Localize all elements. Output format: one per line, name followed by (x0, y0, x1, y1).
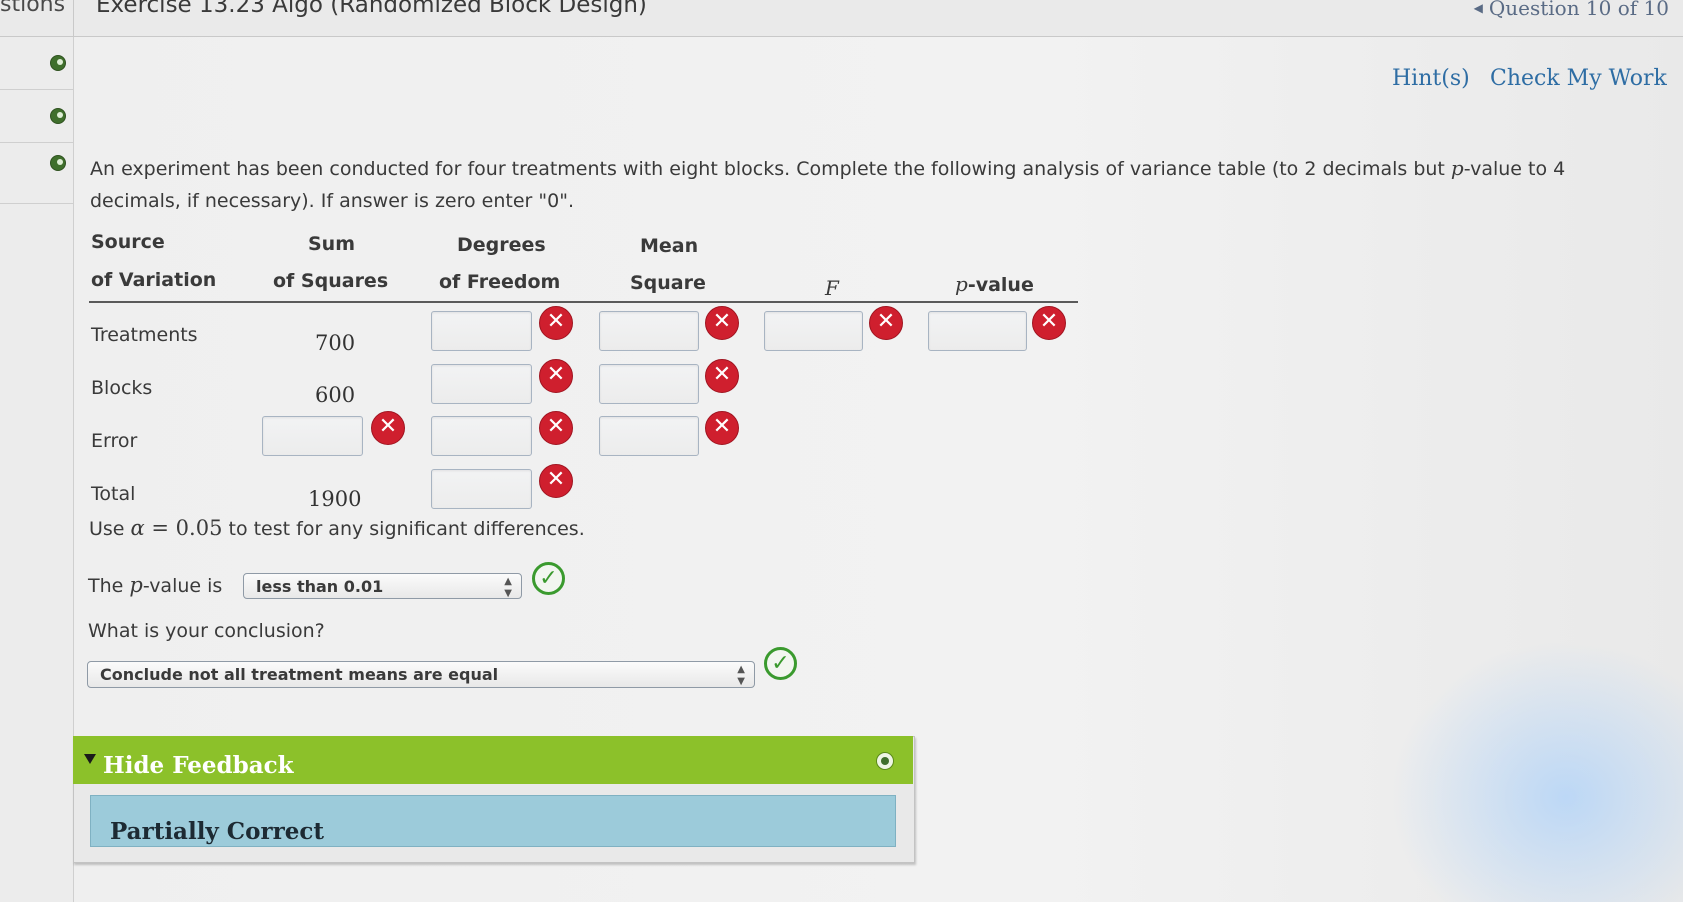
header-divider (73, 0, 74, 36)
check-my-work-link[interactable]: Check My Work (1490, 66, 1667, 91)
header-df-1: Degrees (457, 234, 546, 256)
question-nav-label: Question 10 of 10 (1488, 0, 1669, 20)
alpha-value: = 0.05 (144, 516, 223, 540)
exercise-title: Exercise 13.23 Algo (Randomized Block De… (96, 0, 647, 18)
row-label-error: Error (91, 430, 138, 452)
progress-dot-icon (50, 55, 66, 71)
hide-feedback-toggle[interactable]: Hide Feedback (103, 752, 294, 779)
incorrect-icon: ✕ (539, 359, 573, 393)
ss-blocks-value: 600 (315, 383, 356, 407)
conclusion-select[interactable]: Conclude not all treatment means are equ… (87, 661, 755, 688)
pvalue-suffix: -value is (142, 575, 223, 597)
collapse-triangle-icon[interactable] (84, 754, 96, 764)
pvalue-treatments-input[interactable] (928, 311, 1027, 351)
incorrect-icon: ✕ (705, 359, 739, 393)
header-source-2: of Variation (91, 269, 217, 291)
incorrect-icon: ✕ (539, 411, 573, 445)
incorrect-icon: ✕ (1032, 306, 1066, 340)
df-blocks-input[interactable] (431, 364, 532, 404)
alpha-symbol: α (130, 516, 145, 540)
alpha-suffix: to test for any significant differences. (222, 518, 585, 540)
status-dot-icon (876, 752, 894, 770)
incorrect-icon: ✕ (705, 306, 739, 340)
header-sum-1: Sum (308, 233, 356, 255)
incorrect-icon: ✕ (539, 306, 573, 340)
header-ms-1: Mean (640, 235, 699, 257)
feedback-status-text: Partially Correct (110, 818, 324, 845)
select-arrows-icon: ▲ ▼ (737, 664, 745, 687)
conclusion-question: What is your conclusion? (88, 620, 325, 642)
table-header-rule (89, 301, 1078, 303)
pvalue-selected: less than 0.01 (256, 577, 384, 596)
header-f: F (825, 276, 839, 300)
df-error-input[interactable] (431, 416, 532, 456)
header-df-2: of Freedom (439, 271, 561, 293)
pvalue-select[interactable]: less than 0.01 ▲ ▼ (243, 573, 522, 599)
header-ms-2: Square (630, 272, 706, 294)
pvalue-question: The p-value is (88, 573, 222, 597)
incorrect-icon: ✕ (705, 411, 739, 445)
df-treatments-input[interactable] (431, 311, 532, 351)
row-label-blocks: Blocks (91, 377, 153, 399)
row-label-total: Total (91, 483, 136, 505)
question-prompt: An experiment has been conducted for fou… (90, 152, 1630, 217)
ms-treatments-input[interactable] (599, 311, 699, 351)
ms-blocks-input[interactable] (599, 364, 699, 404)
df-total-input[interactable] (431, 469, 532, 509)
conclusion-selected: Conclude not all treatment means are equ… (100, 665, 499, 684)
prompt-p-symbol: p (1450, 156, 1464, 180)
sidebar-item-1[interactable] (0, 37, 73, 90)
header-sum-2: of Squares (273, 270, 389, 292)
incorrect-icon: ✕ (869, 306, 903, 340)
progress-dot-icon (50, 108, 66, 124)
caret-left-icon: ◀ (1473, 1, 1483, 15)
ms-error-input[interactable] (599, 416, 699, 456)
pvalue-p-symbol: p (129, 573, 143, 597)
incorrect-icon: ✕ (539, 464, 573, 498)
question-nav-link[interactable]: ◀ Question 10 of 10 (1474, 0, 1669, 20)
alpha-prefix: Use (89, 518, 131, 540)
header-pvalue: p-value (955, 272, 1034, 296)
incorrect-icon: ✕ (371, 411, 405, 445)
row-label-treatments: Treatments (91, 324, 198, 346)
f-treatments-input[interactable] (764, 311, 863, 351)
header-p-symbol: p (955, 272, 968, 296)
progress-dot-icon (50, 155, 66, 171)
hints-link[interactable]: Hint(s) (1392, 66, 1470, 91)
prompt-text-1: An experiment has been conducted for fou… (90, 158, 1451, 180)
header-p-suffix: -value (967, 274, 1034, 296)
correct-icon: ✓ (764, 647, 797, 680)
question-sidebar (0, 37, 74, 902)
select-arrows-icon: ▲ ▼ (504, 576, 512, 599)
sidebar-item-2[interactable] (0, 90, 73, 143)
screen-glare (1390, 640, 1683, 902)
pvalue-prefix: The (88, 575, 130, 597)
ss-treatments-value: 700 (315, 331, 356, 355)
ss-total-value: 1900 (308, 487, 362, 511)
alpha-instruction: Use α = 0.05 to test for any significant… (89, 516, 585, 540)
correct-icon: ✓ (532, 562, 565, 595)
questions-tab-fragment[interactable]: stions (0, 0, 65, 17)
ss-error-input[interactable] (262, 416, 363, 456)
header-source-1: Source (91, 231, 165, 253)
sidebar-item-3[interactable] (0, 143, 73, 204)
